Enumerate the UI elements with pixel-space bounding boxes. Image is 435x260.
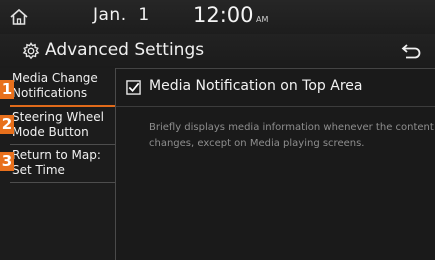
gear-icon [22,42,40,60]
back-button[interactable] [398,40,424,62]
sidebar-item-return-to-map-set-time[interactable]: Return to Map: Set Time [10,145,115,183]
sidebar-item-media-change-notifications[interactable]: Media Change Notifications [10,68,115,107]
sidebar-item-steering-wheel-mode-button[interactable]: Steering Wheel Mode Button [10,107,115,145]
status-bar: Jan. 1 12:00 AM [0,0,435,34]
time-display: 12:00 [193,3,254,27]
media-notification-option[interactable]: Media Notification on Top Area [116,68,435,107]
callout-marker-1: 1 [0,80,14,99]
sidebar-item-label: Steering Wheel Mode Button [12,110,104,139]
option-label: Media Notification on Top Area [149,78,363,94]
settings-sidebar: Media Change Notifications Steering Whee… [0,68,116,260]
back-arrow-icon [401,44,421,59]
page-title: Advanced Settings [45,40,205,60]
checkbox-checked-icon[interactable] [126,80,141,95]
date-display: Jan. 1 [93,5,150,25]
callout-marker-3: 3 [0,152,14,171]
callout-marker-2: 2 [0,115,14,134]
option-description: Briefly displays media information whene… [149,122,434,149]
sidebar-item-label: Media Change Notifications [12,71,98,100]
ampm-indicator: AM [256,15,269,24]
settings-content: Media Notification on Top Area Briefly d… [116,68,435,260]
home-icon [10,8,28,25]
home-button[interactable] [6,4,32,30]
sidebar-item-label: Return to Map: Set Time [12,148,101,177]
